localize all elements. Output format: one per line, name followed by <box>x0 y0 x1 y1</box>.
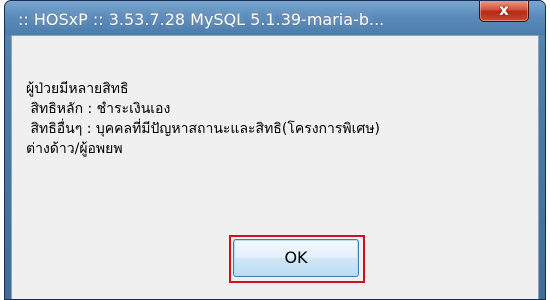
message-line-foreigner: ต่างด้าว/ผู้อพยพ <box>26 141 123 157</box>
ok-button[interactable]: OK <box>233 239 359 277</box>
close-button[interactable]: x <box>479 1 529 22</box>
message-dialog-window: :: HOSxP :: 3.53.7.28 MySQL 5.1.39-maria… <box>4 0 546 300</box>
dialog-message: ผู้ป่วยมีหลายสิทธิ สิทธิหลัก : ชำระเงินเ… <box>26 79 380 159</box>
window-title: :: HOSxP :: 3.53.7.28 MySQL 5.1.39-maria… <box>18 10 385 29</box>
message-line-main-right: สิทธิหลัก : ชำระเงินเอง <box>26 101 171 117</box>
message-line-heading: ผู้ป่วยมีหลายสิทธิ <box>26 81 129 97</box>
title-bar[interactable]: :: HOSxP :: 3.53.7.28 MySQL 5.1.39-maria… <box>5 1 545 35</box>
close-icon: x <box>499 1 509 19</box>
dialog-body: ผู้ป่วยมีหลายสิทธิ สิทธิหลัก : ชำระเงินเ… <box>11 35 539 299</box>
message-line-other-rights: สิทธิอื่นๆ : บุคคลที่มีปัญหาสถานะและสิทธ… <box>26 121 381 137</box>
